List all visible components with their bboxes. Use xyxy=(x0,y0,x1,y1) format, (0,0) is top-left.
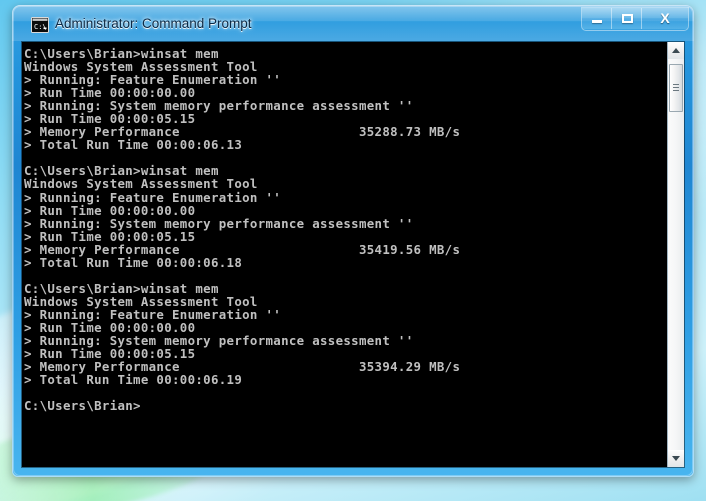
command-prompt-window[interactable]: C:\ Administrator: Command Prompt X C:\U… xyxy=(12,5,694,477)
chevron-up-icon xyxy=(672,48,680,53)
minimize-icon xyxy=(592,20,602,23)
minimize-button[interactable] xyxy=(582,8,612,29)
console-output-surface[interactable]: C:\Users\Brian>winsat mem Windows System… xyxy=(22,42,667,467)
scrollbar-up-arrow-button[interactable] xyxy=(668,42,684,59)
chevron-down-icon xyxy=(672,456,680,461)
scrollbar-down-arrow-button[interactable] xyxy=(668,450,684,467)
console-output-text: C:\Users\Brian>winsat mem Windows System… xyxy=(24,46,461,414)
maximize-icon xyxy=(622,14,633,23)
close-icon: X xyxy=(660,10,670,26)
close-button[interactable]: X xyxy=(642,8,688,29)
scrollbar-thumb[interactable] xyxy=(669,64,683,112)
cmd-console-icon: C:\ xyxy=(31,17,49,33)
console-client-area[interactable]: C:\Users\Brian>winsat mem Windows System… xyxy=(22,42,684,467)
console-vertical-scrollbar[interactable] xyxy=(667,42,684,467)
caption-button-group[interactable]: X xyxy=(582,8,688,30)
scrollbar-grip-icon xyxy=(673,84,679,91)
desktop-background: C:\ Administrator: Command Prompt X C:\U… xyxy=(0,0,706,501)
scrollbar-track[interactable] xyxy=(668,59,684,450)
svg-text:C:\: C:\ xyxy=(34,23,47,31)
maximize-button[interactable] xyxy=(612,8,642,29)
window-title: Administrator: Command Prompt xyxy=(55,16,252,31)
window-titlebar[interactable]: C:\ Administrator: Command Prompt X xyxy=(12,5,694,41)
